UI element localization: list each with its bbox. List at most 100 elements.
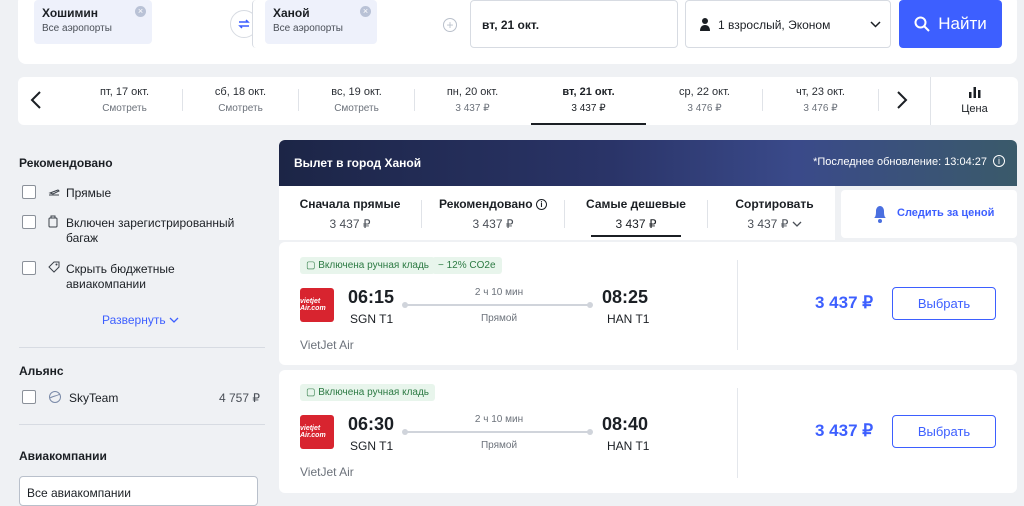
to-field[interactable]: Ханой Все аэропорты × +: [252, 0, 462, 48]
date-label: вт, 21 окт.: [562, 86, 615, 98]
tab-label: Сначала прямые: [299, 197, 401, 211]
price-chart-label: Цена: [961, 103, 988, 115]
to-chip[interactable]: Ханой Все аэропорты ×: [265, 0, 377, 44]
date-item[interactable]: пн, 20 окт. 3 437 ₽: [415, 77, 530, 125]
duration: 2 ч 10 мин: [474, 414, 524, 425]
select-button[interactable]: Выбрать: [892, 415, 996, 448]
date-carousel: пт, 17 окт. Смотреть сб, 18 окт. Смотреть …: [18, 77, 1018, 125]
date-label: пн, 20 окт.: [446, 86, 499, 98]
arrival-airport: HAN T1: [607, 312, 650, 326]
option-budget[interactable]: Скрыть бюджетные авиакомпании: [66, 262, 206, 292]
tab-price: 3 437 ₽: [472, 217, 514, 231]
route-dot: [587, 429, 593, 435]
flight-card[interactable]: ▢ Включена ручная кладь − 12% CO2e vietj…: [279, 242, 1017, 365]
to-airports: Все аэропорты: [273, 23, 343, 34]
person-icon: [700, 18, 710, 31]
date-label: сб, 18 окт.: [214, 86, 267, 98]
chevron-down-icon: [792, 221, 802, 227]
sort-tabs: Сначала прямые 3 437 ₽ Рекомендовано i 3…: [279, 186, 835, 240]
airline-name: VietJet Air: [300, 338, 354, 352]
results-banner: Вылет в город Ханой *Последнее обновлени…: [279, 140, 1017, 186]
tab-direct-first[interactable]: Сначала прямые 3 437 ₽: [279, 186, 421, 240]
departure-time: 06:15: [348, 287, 395, 307]
eco-badge: − 12% CO2e: [432, 257, 502, 274]
checkbox-skyteam[interactable]: [22, 390, 36, 404]
tab-price: 3 437 ₽: [615, 217, 657, 231]
airlines-select[interactable]: Все авиакомпании: [19, 476, 258, 506]
tab-label: Самые дешевые: [586, 197, 686, 211]
info-icon[interactable]: i: [535, 199, 547, 210]
date-price: 3 437 ₽: [571, 103, 606, 114]
bell-icon: [874, 206, 886, 223]
expand-link[interactable]: Развернуть: [102, 313, 179, 327]
price-chart-button[interactable]: Цена: [931, 77, 1018, 125]
date-label: ср, 22 окт.: [679, 86, 730, 98]
chevron-left-icon: [30, 91, 41, 109]
date-item[interactable]: ср, 22 окт. 3 476 ₽: [647, 77, 762, 125]
date-price: 3 476 ₽: [803, 103, 838, 114]
from-field[interactable]: Хошимин Все аэропорты ×: [34, 0, 251, 48]
tab-price: 3 437 ₽: [329, 217, 371, 231]
divider: [878, 89, 879, 111]
arrival-time: 08:40: [602, 414, 649, 434]
date-item[interactable]: вс, 19 окт. Смотреть: [299, 77, 414, 125]
route-line: [406, 304, 592, 306]
tab-label-row: Рекомендовано i: [422, 197, 564, 211]
date-price: Смотреть: [218, 103, 263, 114]
tab-sort[interactable]: Сортировать 3 437 ₽: [708, 186, 841, 240]
flight-card[interactable]: ▢ Включена ручная кладь vietjet Air.com …: [279, 370, 1017, 493]
date-item[interactable]: сб, 18 окт. Смотреть: [183, 77, 298, 125]
tab-label: Рекомендовано: [439, 197, 533, 211]
expand-label: Развернуть: [102, 313, 166, 327]
prev-dates-button[interactable]: [30, 91, 50, 113]
date-label: чт, 23 окт.: [796, 86, 845, 98]
date-item-selected[interactable]: вт, 21 окт. 3 437 ₽: [531, 77, 646, 125]
clear-to-icon[interactable]: ×: [360, 6, 371, 17]
checkbox-budget[interactable]: [22, 261, 36, 275]
option-baggage[interactable]: Включен зарегистрированный багаж: [66, 216, 246, 246]
tab-recommended[interactable]: Рекомендовано i 3 437 ₽: [422, 186, 564, 240]
route-dot: [587, 302, 593, 308]
tab-price: 3 437 ₽: [747, 217, 789, 231]
tab-cheapest[interactable]: Самые дешевые 3 437 ₽: [562, 186, 710, 240]
from-city: Хошимин: [42, 6, 99, 20]
chevron-down-icon: [169, 317, 179, 323]
find-button[interactable]: Найти: [899, 0, 1002, 48]
passengers-field[interactable]: 1 взрослый, Эконом: [685, 0, 891, 48]
date-field[interactable]: вт, 21 окт.: [470, 0, 678, 48]
next-dates-button[interactable]: [896, 91, 916, 113]
arrival-time: 08:25: [602, 287, 649, 307]
flight-price: 3 437 ₽: [815, 293, 874, 312]
checkbox-baggage[interactable]: [22, 215, 36, 229]
departure-airport: SGN T1: [350, 439, 394, 453]
date-item[interactable]: чт, 23 окт. 3 476 ₽: [763, 77, 878, 125]
add-destination-icon[interactable]: +: [443, 18, 457, 32]
badge-label: Включена ручная кладь: [318, 260, 430, 271]
banner-title: Вылет в город Ханой: [294, 156, 422, 170]
date-item[interactable]: пт, 17 окт. Смотреть: [67, 77, 182, 125]
chevron-down-icon: [870, 21, 881, 28]
tag-icon: [48, 261, 60, 273]
passengers-value: 1 взрослый, Эконом: [718, 18, 831, 32]
from-airports: Все аэропорты: [42, 23, 112, 34]
last-updated: *Последнее обновление: 13:04:27: [813, 156, 987, 168]
info-icon[interactable]: i: [993, 155, 1005, 167]
chevron-right-icon: [897, 91, 908, 109]
divider: [737, 260, 738, 350]
option-direct[interactable]: Прямые: [66, 186, 111, 201]
checkbox-direct[interactable]: [22, 185, 36, 199]
clear-from-icon[interactable]: ×: [135, 6, 146, 17]
price-watch-button[interactable]: Следить за ценой: [841, 190, 1017, 238]
skyteam-icon: [49, 391, 61, 403]
flight-type: Прямой: [480, 313, 518, 324]
divider: [737, 388, 738, 478]
select-button[interactable]: Выбрать: [892, 287, 996, 320]
search-icon: [914, 16, 930, 32]
badge-label: Включена ручная кладь: [318, 387, 430, 398]
airlines-title: Авиакомпании: [19, 449, 107, 463]
option-skyteam[interactable]: SkyTeam: [69, 391, 118, 406]
airlines-select-value: Все авиакомпании: [27, 486, 131, 500]
date-price: 3 437 ₽: [455, 103, 490, 114]
search-bar: Хошимин Все аэропорты × Ханой Все аэропо…: [18, 0, 1017, 64]
from-chip[interactable]: Хошимин Все аэропорты ×: [34, 0, 152, 44]
